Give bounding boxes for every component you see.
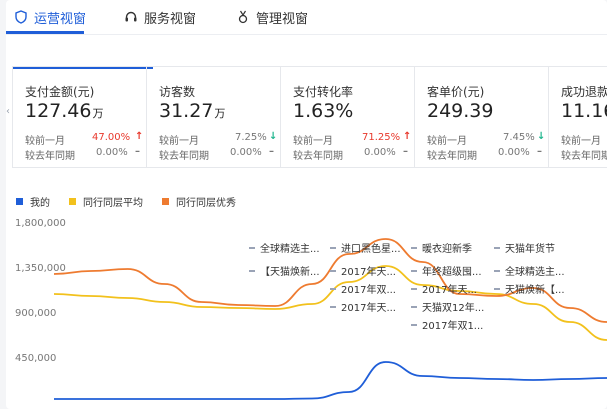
tooltip-label: 2017年天... xyxy=(341,303,396,314)
tooltip-marker xyxy=(494,269,500,272)
dashboard-card: 运营视窗 服务视窗 管理视窗 支付金额(元) 127.46万 较前一月 47.0… xyxy=(6,0,607,409)
tooltip-marker xyxy=(494,246,500,249)
tooltip-label: 天猫焕新【... xyxy=(505,285,565,296)
tooltip-marker xyxy=(411,287,417,290)
tooltip-item: 年终超级囤... xyxy=(411,263,482,278)
tooltip-marker xyxy=(249,269,255,272)
tooltip-label: 2017年天... xyxy=(341,267,396,278)
tooltip-marker xyxy=(411,323,417,326)
tooltip-label: 2017年双1... xyxy=(422,321,484,332)
tooltip-marker xyxy=(411,246,417,249)
tooltip-item: 2017年双... xyxy=(330,281,396,296)
line-chart xyxy=(53,238,607,400)
tooltip-label: 进口黑色星... xyxy=(341,244,401,255)
tooltip-marker xyxy=(411,305,417,308)
tooltip-label: 全球精选主... xyxy=(260,244,320,255)
tooltip-marker xyxy=(330,246,336,249)
tooltip-item: 【天猫焕新... xyxy=(249,263,320,278)
tooltip-item: 进口黑色星... xyxy=(330,240,401,255)
tooltip-label: 全球精选主... xyxy=(505,267,565,278)
tooltip-marker xyxy=(411,269,417,272)
tooltip-item: 全球精选主... xyxy=(249,240,320,255)
tooltip-item: 全球精选主... xyxy=(494,263,565,278)
tooltip-label: 天猫年货节 xyxy=(505,244,555,255)
tooltip-item: 天猫年货节 xyxy=(494,240,555,255)
tooltip-item: 天猫焕新【... xyxy=(494,281,565,296)
tooltip-marker xyxy=(330,287,336,290)
tooltip-label: 2017年天... xyxy=(422,285,477,296)
tooltip-item: 2017年天... xyxy=(330,263,396,278)
tooltip-item: 暖衣迎新季 xyxy=(411,240,472,255)
tooltip-label: 年终超级囤... xyxy=(422,267,482,278)
tooltip-marker xyxy=(494,287,500,290)
tooltip-label: 【天猫焕新... xyxy=(260,267,320,278)
tooltip-item: 2017年天... xyxy=(330,299,396,314)
tooltip-marker xyxy=(330,305,336,308)
series-line-0 xyxy=(53,361,607,400)
tooltip-label: 2017年双... xyxy=(341,285,396,296)
tooltip-marker xyxy=(330,269,336,272)
tooltip-label: 暖衣迎新季 xyxy=(422,244,472,255)
tooltip-item: 2017年双1... xyxy=(411,317,483,332)
tooltip-item: 天猫双12年... xyxy=(411,299,484,314)
tooltip-item: 2017年天... xyxy=(411,281,477,296)
tooltip-label: 天猫双12年... xyxy=(422,303,485,314)
tooltip-marker xyxy=(249,246,255,249)
